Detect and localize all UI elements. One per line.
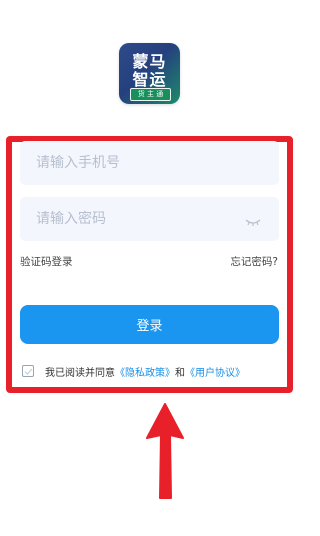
checkmark-icon <box>24 368 33 375</box>
app-logo: 蒙马 智运 货 主 通 <box>119 43 180 104</box>
logo-subtitle: 货 主 通 <box>130 88 171 101</box>
login-page: 蒙马 智运 货 主 通 验证码登录 忘记密码? 登录 我已阅读并同意 《隐私政策… <box>0 0 300 536</box>
login-button[interactable]: 登录 <box>20 305 279 344</box>
phone-input[interactable] <box>36 141 236 185</box>
privacy-policy-link[interactable]: 《隐私政策》 <box>115 364 175 379</box>
sms-login-link[interactable]: 验证码登录 <box>20 254 73 269</box>
agreement-prefix: 我已阅读并同意 <box>45 367 115 379</box>
logo-line-2: 智运 <box>132 70 167 89</box>
agreement-checkbox[interactable] <box>22 365 34 377</box>
eye-closed-icon[interactable] <box>245 213 261 226</box>
agreement-and: 和 <box>175 367 185 379</box>
password-input[interactable] <box>36 197 236 241</box>
forgot-password-link[interactable]: 忘记密码? <box>230 254 278 269</box>
user-agreement-link[interactable]: 《用户协议》 <box>185 364 245 379</box>
red-arrow-up-icon <box>146 403 184 499</box>
phone-field[interactable] <box>20 141 279 185</box>
password-field[interactable] <box>20 197 279 241</box>
agreement-row: 我已阅读并同意 《隐私政策》 和 《用户协议》 <box>22 363 245 379</box>
